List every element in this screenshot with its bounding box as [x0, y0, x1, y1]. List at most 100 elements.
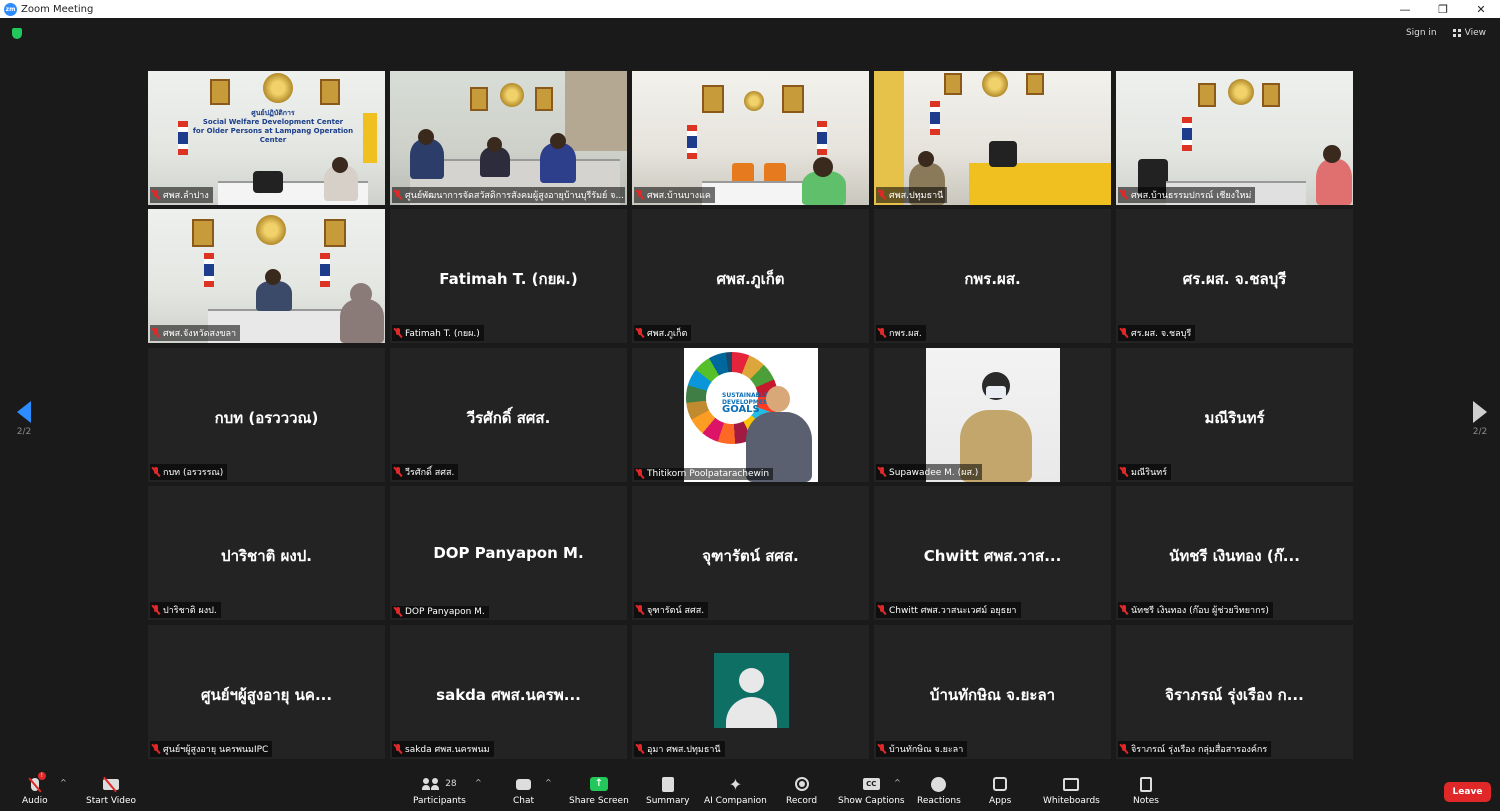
captions-options-caret-icon[interactable]: ^ [894, 778, 901, 787]
participant-tile[interactable]: ศพส.บ้านธรรมปกรณ์ เชียงใหม่ [1116, 71, 1353, 205]
participant-tile[interactable]: ศูนย์ปฏิบัติการ Social Welfare Developmen… [148, 71, 385, 205]
participant-tile[interactable]: SUSTAINABLE DEVELOPMENT GOALS Thitikorn Poo… [632, 348, 869, 482]
participant-tile[interactable]: ศพส.บ้านบางแค [632, 71, 869, 205]
microphone-muted-icon [152, 190, 160, 200]
microphone-muted-icon [878, 328, 886, 338]
participant-name-label: กพร.ผส. [876, 325, 926, 341]
microphone-muted-icon [636, 190, 644, 200]
ai-companion-label: AI Companion [704, 796, 767, 806]
participant-name: ศพส.ภูเก็ต [647, 329, 688, 339]
leave-button[interactable]: Leave [1444, 782, 1491, 802]
microphone-muted-icon [152, 605, 160, 615]
participant-tile[interactable]: ศูนย์พัฒนาการจัดสวัสดิการสังคมผู้สูงอายุ… [390, 71, 627, 205]
close-icon[interactable]: ✕ [1462, 0, 1500, 18]
participant-display-name: กพร.ผส. [964, 270, 1021, 288]
ai-companion-button[interactable]: ✦ AI Companion [704, 774, 767, 807]
start-video-button[interactable]: Start Video [86, 774, 136, 806]
participant-tile[interactable]: ศูนย์ฯผู้สูงอายุ นค... ศูนย์ฯผู้สูงอายุ น… [148, 625, 385, 759]
encryption-shield-icon[interactable] [12, 28, 22, 39]
whiteboards-label: Whiteboards [1043, 796, 1100, 806]
next-page-button[interactable]: 2/2 [1470, 401, 1490, 437]
participant-tile[interactable]: ปาริชาติ ผงป. ปาริชาติ ผงป. [148, 486, 385, 620]
microphone-muted-icon [1120, 744, 1128, 754]
participant-name-label: ศูนย์ฯผู้สูงอายุ นครพนมIPC [150, 741, 273, 757]
start-video-label: Start Video [86, 796, 137, 806]
previous-page-button[interactable]: 2/2 [14, 401, 34, 437]
participant-tile[interactable]: จิราภรณ์ รุ่งเรือง ก... จิราภรณ์ รุ่งเรือ… [1116, 625, 1353, 759]
video-feed [874, 71, 1111, 205]
participant-name: Supawadee M. (ผส.) [889, 468, 979, 478]
video-feed: SUSTAINABLE DEVELOPMENT GOALS [684, 348, 818, 482]
video-feed [926, 348, 1060, 482]
share-screen-icon: ↑ [589, 777, 608, 791]
participant-name: ศพส.จังหวัดสงขลา [163, 329, 237, 339]
participant-tile[interactable]: บ้านทักษิณ จ.ยะลา บ้านทักษิณ จ.ยะลา [874, 625, 1111, 759]
participants-options-caret-icon[interactable]: ^ [475, 778, 482, 787]
microphone-muted-icon [152, 467, 160, 477]
participant-tile[interactable]: sakda ศพส.นครพ... sakda ศพส.นครพนม [390, 625, 627, 759]
participant-name-label: บ้านทักษิณ จ.ยะลา [876, 741, 968, 757]
participant-tile[interactable]: ศพส.จังหวัดสงขลา [148, 209, 385, 343]
microphone-muted-icon [394, 607, 402, 617]
chat-button[interactable]: Chat [513, 774, 534, 806]
record-button[interactable]: Record [786, 774, 817, 806]
participant-name-label: ศพส.จังหวัดสงขลา [150, 325, 241, 341]
whiteboards-button[interactable]: Whiteboards [1043, 774, 1100, 806]
participant-tile[interactable]: ศร.ผส. จ.ชลบุรี ศร.ผส. จ.ชลบุรี [1116, 209, 1353, 343]
participant-tile[interactable]: กพร.ผส. กพร.ผส. [874, 209, 1111, 343]
participant-tile[interactable]: กบท (อรวววณ) กบท (อรวรรณ) [148, 348, 385, 482]
sign-in-button[interactable]: Sign in [1402, 26, 1441, 40]
arrow-left-icon [17, 401, 31, 423]
restore-icon[interactable]: ❐ [1424, 0, 1462, 18]
participants-button[interactable]: 28 Participants [413, 774, 466, 806]
participant-name: ศพส.ลำปาง [163, 191, 209, 201]
participant-name-label: ศูนย์พัฒนาการจัดสวัสดิการสังคมผู้สูงอายุ… [392, 187, 625, 203]
participant-display-name: มณีรินทร์ [1204, 409, 1265, 427]
participant-tile[interactable]: นัทชรี เงินทอง (ก๊... นัทชรี เงินทอง (ก๊อ… [1116, 486, 1353, 620]
summary-button[interactable]: Summary [646, 774, 690, 806]
participant-tile[interactable]: Fatimah T. (กยผ.) Fatimah T. (กยผ.) [390, 209, 627, 343]
participant-name-label: Supawadee M. (ผส.) [876, 464, 983, 480]
participant-display-name: ศูนย์ฯผู้สูงอายุ นค... [200, 686, 333, 704]
minimize-icon[interactable]: — [1386, 0, 1424, 18]
center-sign-line2: for Older Persons at Lampang Operation C… [192, 127, 354, 144]
audio-label: Audio [22, 796, 48, 806]
apps-button[interactable]: Apps [989, 774, 1011, 806]
participant-tile[interactable]: DOP Panyapon M. DOP Panyapon M. [390, 486, 627, 620]
participants-label: Participants [413, 796, 466, 806]
participant-display-name: ศพส.ภูเก็ต [716, 270, 785, 288]
notes-label: Notes [1133, 796, 1159, 806]
participant-name: sakda ศพส.นครพนม [405, 745, 490, 755]
participant-name-label: จิราภรณ์ รุ่งเรือง กลุ่มสื่อสารองค์กร [1118, 741, 1272, 757]
participant-tile[interactable]: อุมา ศพส.ปทุมธานี [632, 625, 869, 759]
share-screen-button[interactable]: ↑ Share Screen [569, 774, 629, 806]
whiteboard-icon [1063, 777, 1080, 791]
reactions-button[interactable]: Reactions [917, 774, 961, 806]
notes-button[interactable]: Notes [1133, 774, 1159, 806]
participant-name: บ้านทักษิณ จ.ยะลา [889, 745, 964, 755]
chat-options-caret-icon[interactable]: ^ [545, 778, 552, 787]
participant-name: จิราภรณ์ รุ่งเรือง กลุ่มสื่อสารองค์กร [1131, 745, 1268, 755]
video-feed [1116, 71, 1353, 205]
grid-icon [1452, 29, 1461, 37]
view-button[interactable]: View [1449, 26, 1490, 40]
participant-tile[interactable]: จุฑารัตน์ สศส. จุฑารัตน์ สศส. [632, 486, 869, 620]
participant-tile[interactable]: Chwitt ศพส.วาส... Chwitt ศพส.วาสนะเวศม์ อ… [874, 486, 1111, 620]
participant-tile[interactable]: วีรศักดิ์ สศส. วีรศักดิ์ สศส. [390, 348, 627, 482]
participant-display-name: นัทชรี เงินทอง (ก๊... [1169, 547, 1300, 565]
participant-name-label: นัทชรี เงินทอง (ก๊อบ ผู้ช่วยวิทยากร) [1118, 602, 1273, 618]
camera-off-icon [103, 778, 120, 790]
summary-icon [661, 776, 674, 792]
microphone-muted-icon [636, 744, 644, 754]
participant-tile[interactable]: ศพส.ปทุมธานี [874, 71, 1111, 205]
audio-options-caret-icon[interactable]: ^ [60, 778, 67, 787]
participant-tile[interactable]: ศพส.ภูเก็ต ศพส.ภูเก็ต [632, 209, 869, 343]
microphone-muted-icon [636, 605, 644, 615]
center-sign-title: ศูนย์ปฏิบัติการ [251, 109, 295, 117]
view-label: View [1464, 28, 1486, 38]
audio-button[interactable]: ! Audio [22, 772, 48, 806]
participant-tile[interactable]: มณีรินทร์ มณีรินทร์ [1116, 348, 1353, 482]
participant-name-label: sakda ศพส.นครพนม [392, 741, 494, 757]
participant-tile[interactable]: Supawadee M. (ผส.) [874, 348, 1111, 482]
participant-display-name: บ้านทักษิณ จ.ยะลา [929, 686, 1056, 704]
